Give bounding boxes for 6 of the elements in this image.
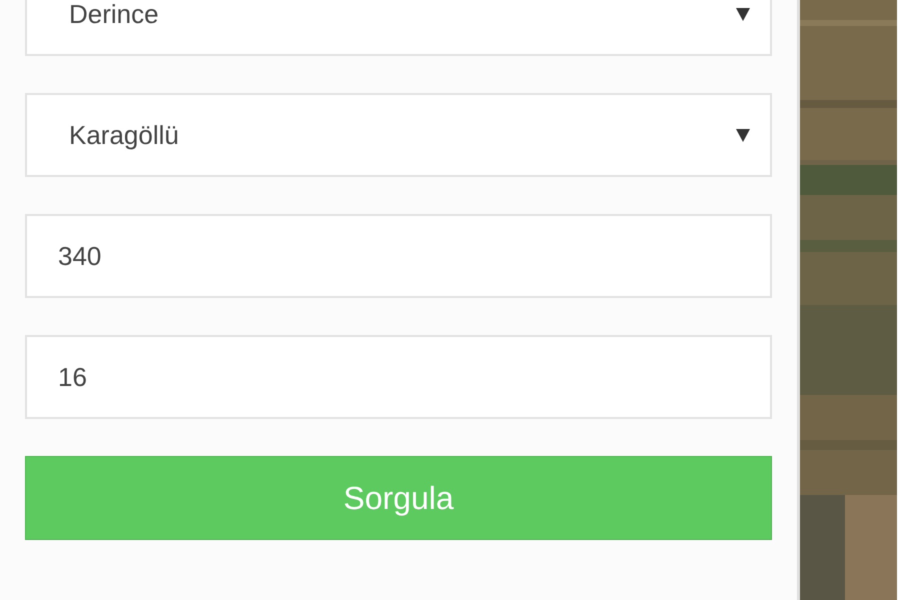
- input-field[interactable]: 16: [25, 335, 772, 419]
- caret-icon: [736, 128, 750, 142]
- input-field[interactable]: 340: [25, 214, 772, 298]
- dropdown[interactable]: Derince: [25, 0, 772, 56]
- dropdown[interactable]: Karagöllü: [25, 93, 772, 177]
- caret-icon: [736, 8, 750, 20]
